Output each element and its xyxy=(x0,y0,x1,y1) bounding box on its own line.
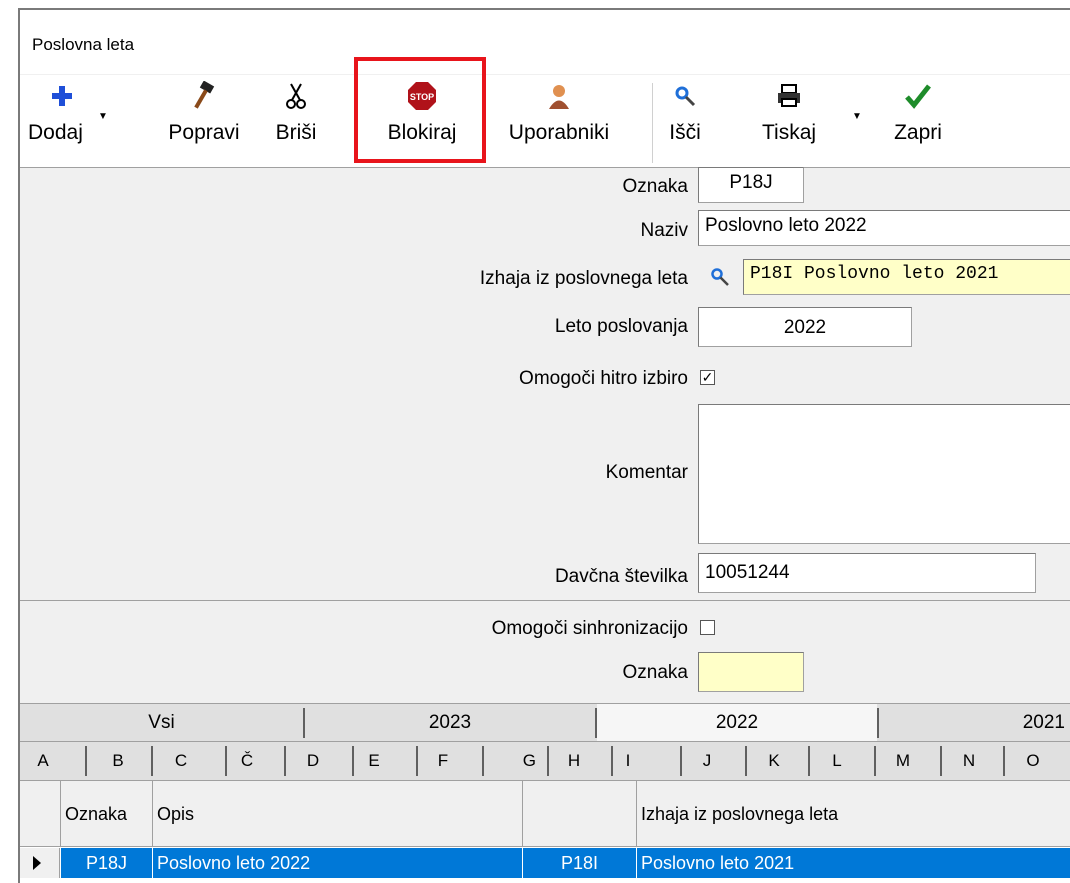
grid-header-izhaja[interactable]: Izhaja iz poslovnega leta xyxy=(637,781,1070,847)
toolbar: Dodaj ▼ Popravi Briši STOP Blokiraj Upor… xyxy=(20,75,1070,168)
tab-letter-b[interactable]: B xyxy=(87,742,149,780)
tab-letter-f[interactable]: F xyxy=(418,742,468,780)
row-indicator[interactable] xyxy=(20,848,60,878)
grid-corner xyxy=(20,781,61,847)
tab-letter-e[interactable]: E xyxy=(354,742,394,780)
popravi-button[interactable]: Popravi xyxy=(148,75,260,167)
checkmark-icon xyxy=(878,81,958,111)
hammer-icon xyxy=(148,81,260,111)
tab-vsi[interactable]: Vsi xyxy=(20,704,303,741)
isci-button[interactable]: Išči xyxy=(660,75,710,167)
dodaj-dropdown-icon[interactable]: ▼ xyxy=(98,111,108,122)
dodaj-label: Dodaj xyxy=(28,121,83,144)
sinh-oznaka-label: Oznaka xyxy=(622,662,688,683)
naziv-field[interactable]: Poslovno leto 2022 xyxy=(698,210,1070,246)
brisi-label: Briši xyxy=(275,121,317,144)
leto-label: Leto poslovanja xyxy=(554,316,688,337)
tab-letter-d[interactable]: D xyxy=(286,742,340,780)
table-row-oznaka-cell[interactable]: P18J xyxy=(61,848,153,878)
popravi-label: Popravi xyxy=(168,121,240,144)
tab-2021[interactable]: 2021 xyxy=(879,704,1069,741)
hitro-label: Omogoči hitro izbiro xyxy=(519,368,688,389)
oznaka-field[interactable]: P18J xyxy=(698,167,804,203)
tab-letter-j[interactable]: J xyxy=(682,742,732,780)
table-row-izhaja-cell[interactable]: Poslovno leto 2021 xyxy=(637,848,1070,878)
tab-letter-m[interactable]: M xyxy=(876,742,930,780)
scissors-icon xyxy=(266,81,326,111)
davcna-label: Davčna številka xyxy=(554,566,688,587)
plus-icon xyxy=(20,81,112,111)
isci-label: Išči xyxy=(669,121,701,144)
tab-letter-a[interactable]: A xyxy=(20,742,66,780)
highlight-box xyxy=(354,57,486,163)
tab-2022[interactable]: 2022 xyxy=(597,704,877,741)
section-divider xyxy=(20,600,1070,601)
title-bar: Poslovna leta xyxy=(20,10,1070,74)
tab-letter-i[interactable]: I xyxy=(613,742,643,780)
izhaja-field[interactable]: P18I Poslovno leto 2021 xyxy=(743,259,1070,295)
uporabniki-button[interactable]: Uporabniki xyxy=(488,75,630,167)
toolbar-separator xyxy=(652,83,653,163)
row-pointer-icon xyxy=(33,856,41,870)
tab-letter-h[interactable]: H xyxy=(549,742,599,780)
tab-letter-k[interactable]: K xyxy=(747,742,801,780)
leto-field[interactable]: 2022 xyxy=(698,307,912,347)
tab-letter-c-caron[interactable]: Č xyxy=(227,742,267,780)
user-icon xyxy=(488,81,630,111)
izhaja-label: Izhaja iz poslovnega leta xyxy=(479,268,688,289)
data-grid: Oznaka Opis Izhaja iz poslovnega leta P1… xyxy=(20,781,1070,883)
komentar-field[interactable] xyxy=(698,404,1070,544)
naziv-label: Naziv xyxy=(640,220,688,241)
window-title: Poslovna leta xyxy=(32,35,135,54)
printer-icon xyxy=(728,81,848,111)
window: Poslovna leta Dodaj ▼ Popravi Briši STOP… xyxy=(18,8,1070,883)
grid-header-opis[interactable]: Opis xyxy=(153,781,523,847)
sinh-label: Omogoči sinhronizacijo xyxy=(491,618,688,639)
tiskaj-label: Tiskaj xyxy=(762,121,817,144)
tab-letter-o[interactable]: O xyxy=(1005,742,1061,780)
table-row-opis-cell[interactable]: Poslovno leto 2022 xyxy=(153,848,523,878)
letter-tabs: A B C Č D E F G H I J K L M N O xyxy=(20,742,1070,781)
tiskaj-dropdown-icon[interactable]: ▼ xyxy=(852,111,862,122)
year-tabs: Vsi 2023 2022 2021 xyxy=(20,703,1070,742)
hitro-checkbox[interactable]: ✓ xyxy=(700,370,715,385)
search-icon xyxy=(660,81,710,111)
brisi-button[interactable]: Briši xyxy=(266,75,326,167)
table-row-code-cell[interactable]: P18I xyxy=(523,848,637,878)
grid-header-oznaka[interactable]: Oznaka xyxy=(61,781,153,847)
uporabniki-label: Uporabniki xyxy=(508,121,610,144)
komentar-label: Komentar xyxy=(605,462,688,483)
oznaka-label: Oznaka xyxy=(622,176,688,197)
tab-2023[interactable]: 2023 xyxy=(305,704,595,741)
tab-letter-l[interactable]: L xyxy=(810,742,864,780)
sinh-checkbox[interactable] xyxy=(700,620,715,635)
zapri-button[interactable]: Zapri xyxy=(878,75,958,167)
davcna-field[interactable]: 10051244 xyxy=(698,553,1036,593)
tab-letter-g[interactable]: G xyxy=(484,742,536,780)
tiskaj-button[interactable]: Tiskaj ▼ xyxy=(728,75,862,167)
tab-letter-n[interactable]: N xyxy=(942,742,996,780)
dodaj-button[interactable]: Dodaj ▼ xyxy=(20,75,112,167)
sinh-oznaka-field[interactable] xyxy=(698,652,804,692)
grid-header-blank[interactable] xyxy=(523,781,637,847)
zapri-label: Zapri xyxy=(894,121,942,144)
tab-letter-c[interactable]: C xyxy=(153,742,209,780)
izhaja-search-icon[interactable] xyxy=(710,267,730,292)
